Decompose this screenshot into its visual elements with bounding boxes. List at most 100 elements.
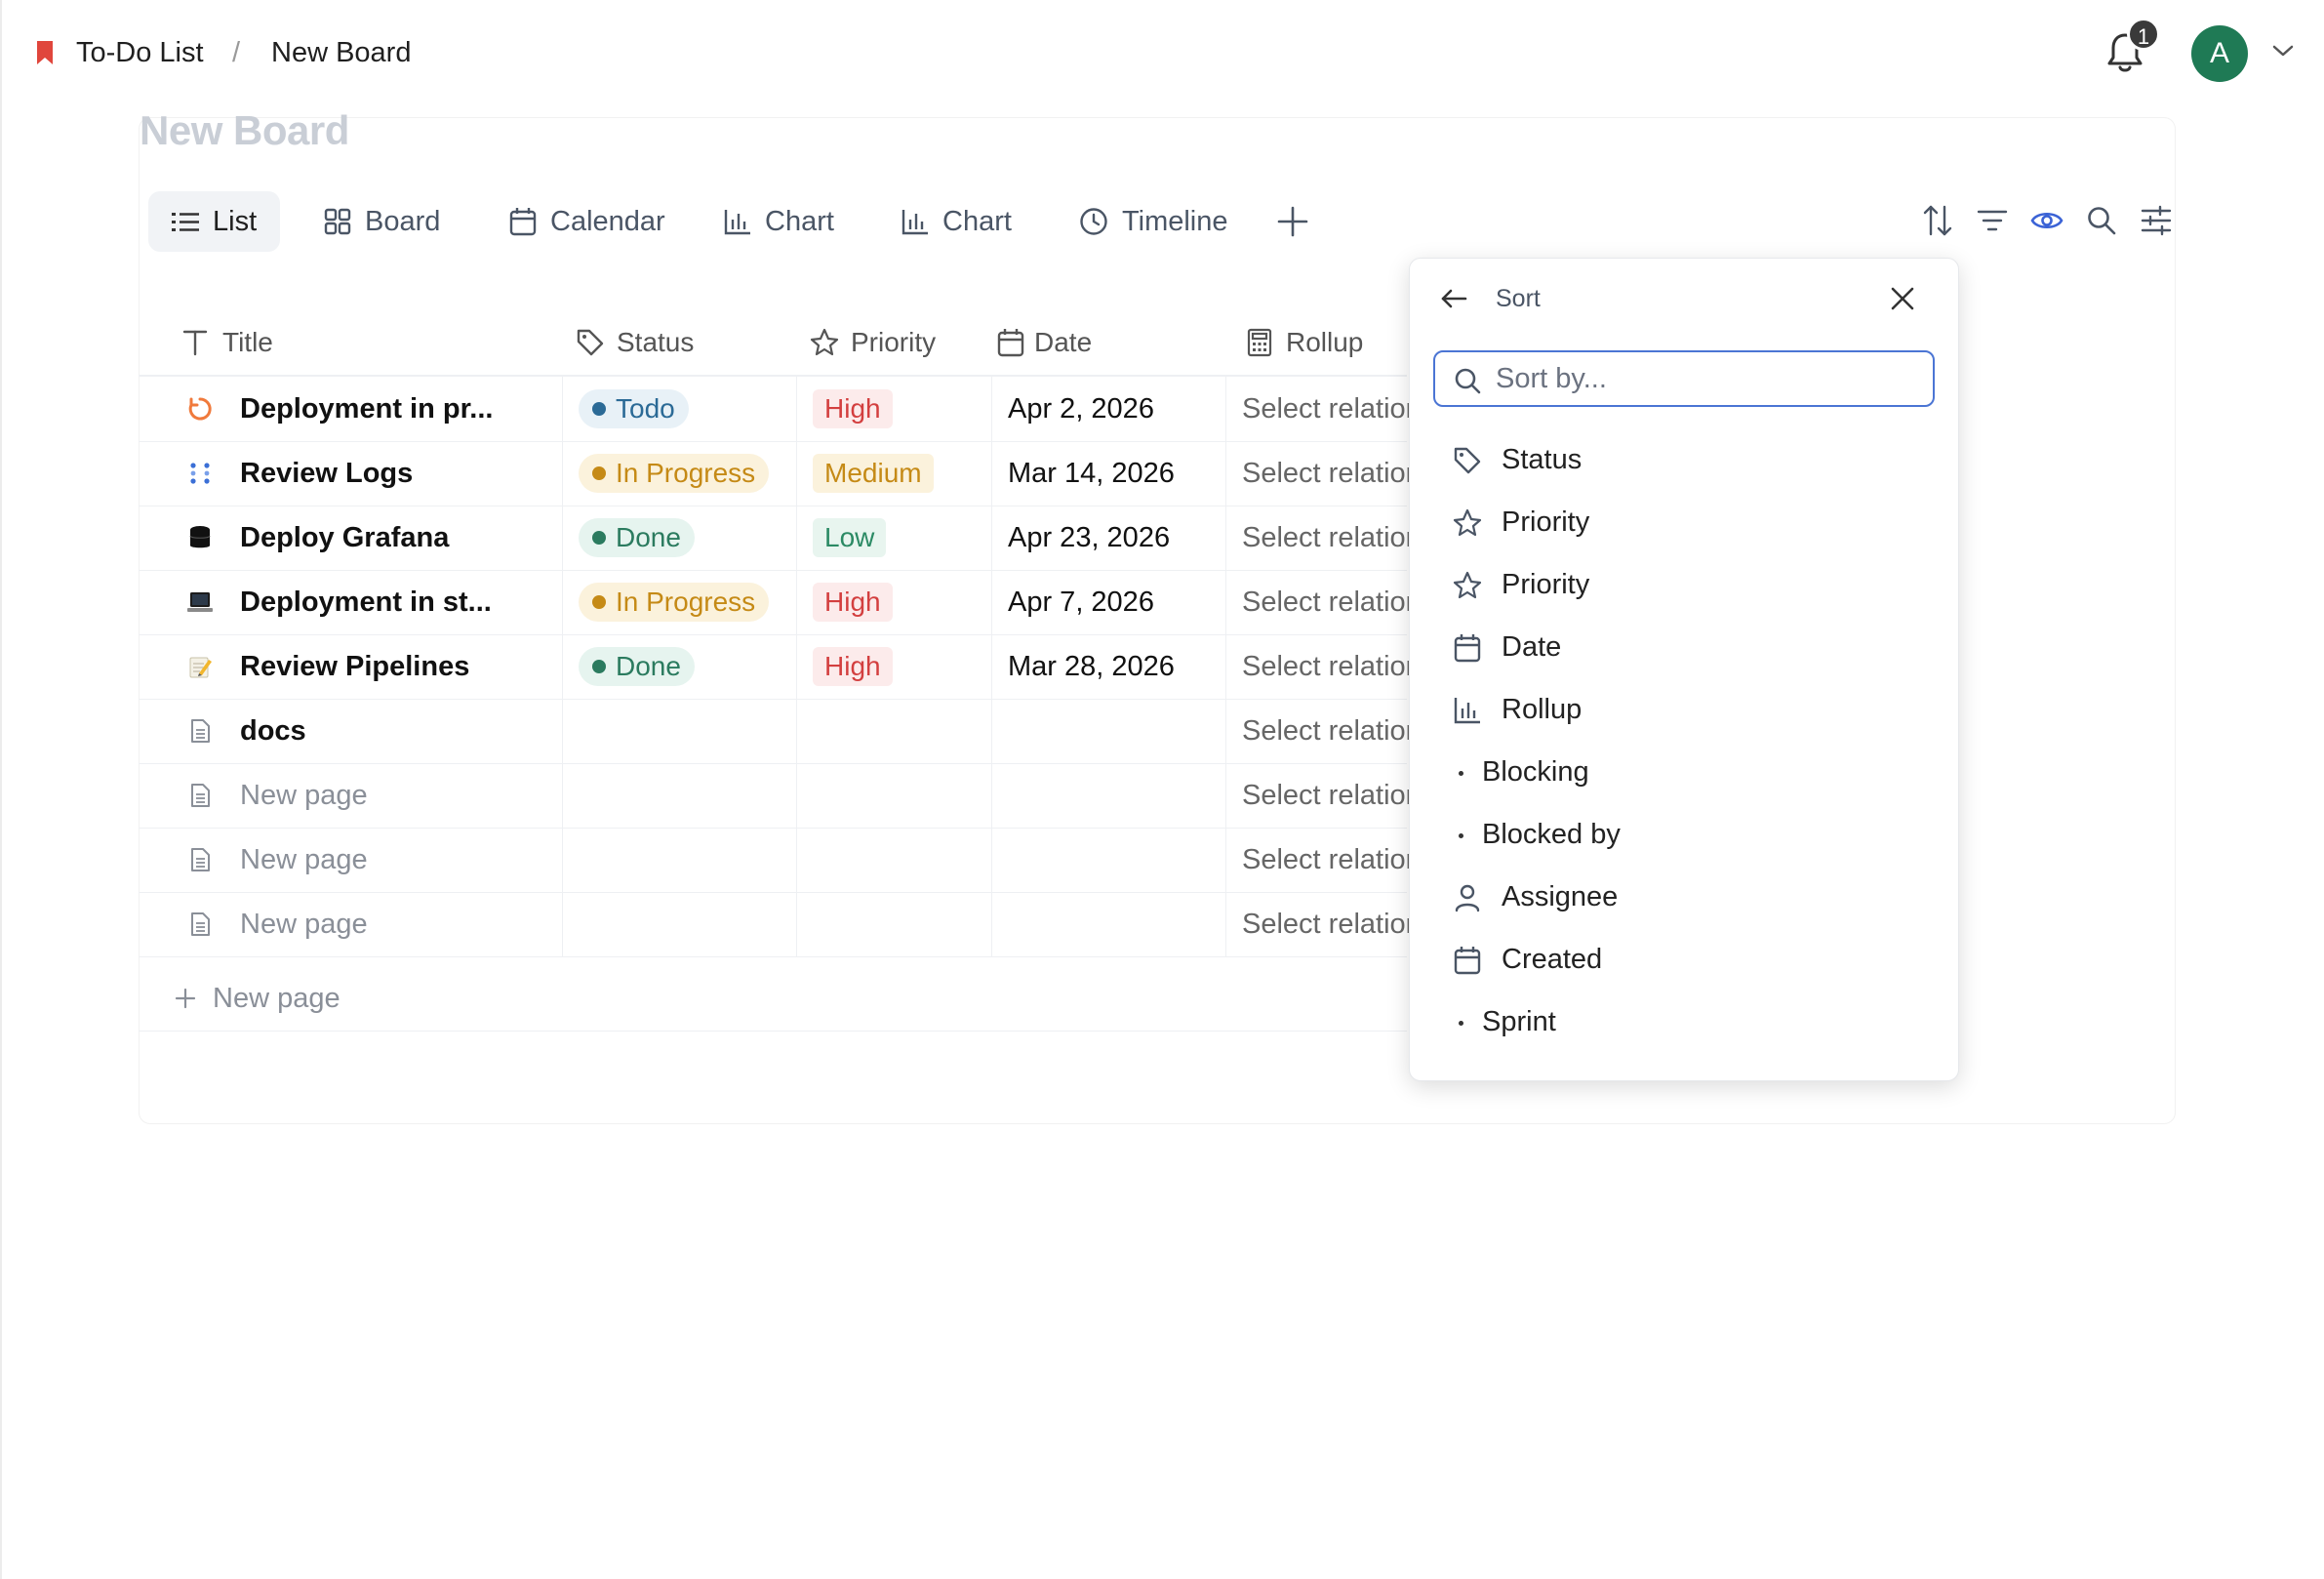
table-row[interactable]: New page Select relation [139,892,1422,957]
title-cell[interactable]: New page [139,763,562,828]
search-icon[interactable] [2084,203,2119,238]
breadcrumb-page[interactable]: New Board [271,35,411,70]
column-label: Rollup [1286,327,1364,357]
status-cell[interactable]: In Progress [562,441,796,506]
tab-chart[interactable]: Chart [701,191,858,252]
sort-option-label: Status [1502,444,1583,475]
table-row[interactable]: docs Select relation [139,699,1422,764]
page-icon [191,784,210,807]
tag-icon [577,329,604,356]
table-row[interactable]: New page Select relation [139,828,1422,893]
priority-cell[interactable]: Low [796,506,991,570]
top-bar: To-Do List / New Board 1 A [0,0,2324,107]
table-row[interactable]: Deploy Grafana Done Low Apr 23, 2026 Sel… [139,506,1422,571]
title-cell[interactable]: Deploy Grafana [139,506,562,570]
date-cell[interactable]: Mar 14, 2026 [991,441,1225,506]
page-title[interactable]: New Board [140,107,349,154]
table-row[interactable]: Deployment in st... In Progress High Apr… [139,570,1422,635]
sort-option-priority[interactable]: Priority [1423,494,1946,552]
column-header-date[interactable]: Date [991,310,1225,375]
page-icon [191,912,210,936]
date-cell[interactable] [991,892,1225,956]
avatar[interactable]: A [2191,25,2248,82]
date-cell[interactable]: Apr 2, 2026 [991,377,1225,441]
row-title: New page [240,908,368,940]
column-header-title[interactable]: Title [174,310,562,375]
column-label: Status [617,327,695,357]
new-page-label: New page [213,982,341,1014]
priority-cell[interactable] [796,892,991,956]
priority-cell[interactable]: Medium [796,441,991,506]
sort-option-label: Priority [1502,569,1590,600]
status-cell[interactable] [562,892,796,956]
sort-option-sprint[interactable]: Sprint [1423,993,1946,1052]
sort-option-label: Created [1502,944,1603,975]
column-header-status[interactable]: Status [562,310,796,375]
priority-cell[interactable]: High [796,377,991,441]
sort-option-assignee[interactable]: Assignee [1423,869,1946,927]
priority-cell[interactable] [796,828,991,892]
tab-chart-2[interactable]: Chart [878,191,1035,252]
status-cell[interactable]: In Progress [562,570,796,634]
table-row[interactable]: New page Select relation [139,763,1422,829]
row-title: docs [240,714,306,747]
status-cell[interactable]: Todo [562,377,796,441]
add-view-icon[interactable] [1276,205,1309,238]
title-cell[interactable]: docs [139,699,562,763]
table-row[interactable]: Review Pipelines Done High Mar 28, 2026 … [139,634,1422,700]
sort-option-blocking[interactable]: Blocking [1423,744,1946,802]
column-header-priority[interactable]: Priority [796,310,991,375]
close-icon[interactable] [1890,286,1915,311]
sort-option-rollup[interactable]: Rollup [1423,681,1946,740]
sort-icon[interactable] [1920,203,1955,238]
sort-option-label: Blocked by [1482,819,1621,850]
table-row[interactable]: Review Logs In Progress Medium Mar 14, 2… [139,441,1422,506]
sort-option-priority-2[interactable]: Priority [1423,556,1946,615]
date-cell[interactable] [991,763,1225,828]
title-cell[interactable]: Deployment in st... [139,570,562,634]
date-cell[interactable]: Apr 23, 2026 [991,506,1225,570]
sort-search-field[interactable] [1433,350,1935,407]
tab-list[interactable]: List [148,191,281,252]
date-cell[interactable]: Mar 28, 2026 [991,634,1225,699]
date-cell[interactable] [991,699,1225,763]
status-cell[interactable]: Done [562,506,796,570]
filter-icon[interactable] [1975,203,2010,238]
title-cell[interactable]: New page [139,892,562,956]
chevron-down-icon[interactable] [2271,43,2295,59]
priority-cell[interactable]: High [796,634,991,699]
sort-option-label: Sprint [1482,1006,1556,1037]
sort-option-blocked-by[interactable]: Blocked by [1423,806,1946,865]
date-cell[interactable] [991,828,1225,892]
star-icon [1453,508,1482,537]
tab-calendar[interactable]: Calendar [486,191,689,252]
title-cell[interactable]: Review Pipelines [139,634,562,699]
new-page-button[interactable]: New page [139,966,1407,1032]
settings-sliders-icon[interactable] [2139,203,2174,238]
sort-search-input[interactable] [1494,361,1907,396]
status-cell[interactable]: Done [562,634,796,699]
breadcrumb-workspace[interactable]: To-Do List [76,35,204,70]
row-title: New page [240,779,368,811]
status-cell[interactable] [562,763,796,828]
eye-icon[interactable] [2029,203,2064,238]
priority-cell[interactable] [796,763,991,828]
title-cell[interactable]: Deployment in pr... [139,377,562,441]
status-badge: Done [579,518,695,557]
sort-option-created[interactable]: Created [1423,931,1946,990]
arrow-left-icon[interactable] [1439,284,1468,313]
priority-cell[interactable]: High [796,570,991,634]
tab-timeline[interactable]: Timeline [1056,191,1252,252]
tab-label: List [213,205,258,237]
priority-cell[interactable] [796,699,991,763]
person-icon [1455,884,1480,912]
status-cell[interactable] [562,699,796,763]
sort-option-status[interactable]: Status [1423,431,1946,490]
sort-option-date[interactable]: Date [1423,619,1946,677]
table-row[interactable]: Deployment in pr... Todo High Apr 2, 202… [139,377,1422,442]
status-cell[interactable] [562,828,796,892]
tab-board[interactable]: Board [301,191,463,252]
title-cell[interactable]: New page [139,828,562,892]
date-cell[interactable]: Apr 7, 2026 [991,570,1225,634]
title-cell[interactable]: Review Logs [139,441,562,506]
